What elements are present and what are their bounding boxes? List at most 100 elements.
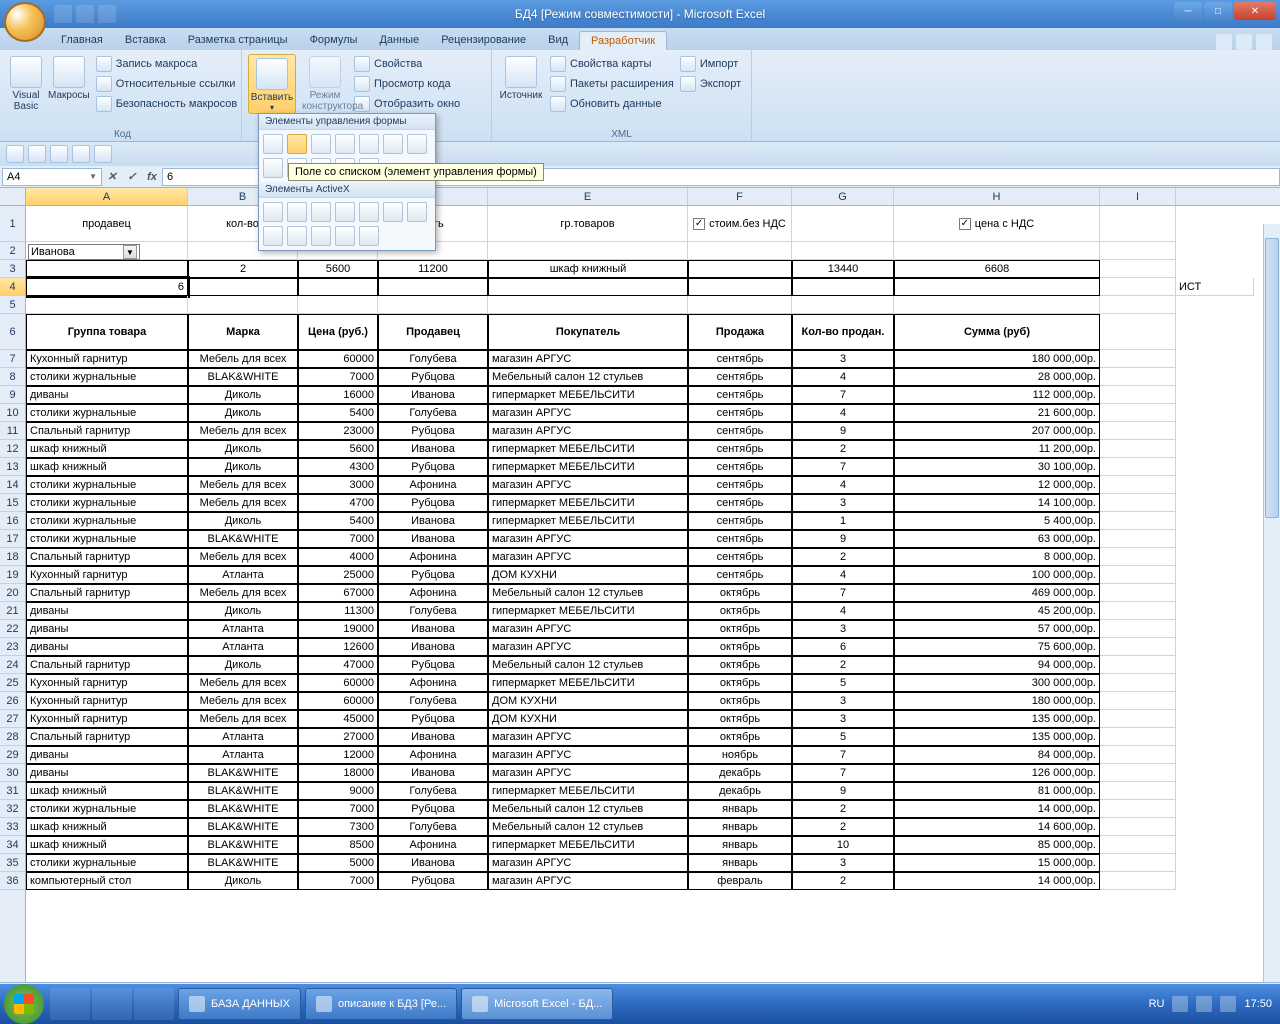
cell[interactable]: 6	[792, 638, 894, 656]
cell[interactable]: 21 600,00р.	[894, 404, 1100, 422]
cell[interactable]: 2	[188, 260, 298, 278]
refresh-data-button[interactable]: Обновить данные	[550, 94, 674, 114]
cell[interactable]: Иванова	[378, 440, 488, 458]
ax-optionbutton-icon[interactable]	[263, 226, 283, 246]
ax-combobox-icon[interactable]	[287, 202, 307, 222]
cell[interactable]: Спальный гарнитур	[26, 656, 188, 674]
cell[interactable]: 7000	[298, 368, 378, 386]
cell[interactable]	[1100, 800, 1176, 818]
cell[interactable]: 81 000,00р.	[894, 782, 1100, 800]
cell[interactable]	[792, 296, 894, 314]
cell[interactable]: Группа товара	[26, 314, 188, 350]
cell[interactable]: Сумма (руб)	[894, 314, 1100, 350]
ax-listbox-icon[interactable]	[335, 202, 355, 222]
groupbox-control-icon[interactable]	[407, 134, 427, 154]
cell[interactable]: 126 000,00р.	[894, 764, 1100, 782]
tray-icon[interactable]	[1196, 996, 1212, 1012]
listbox-control-icon[interactable]	[359, 134, 379, 154]
row-header[interactable]: 11	[0, 422, 25, 440]
cell[interactable]: 2	[792, 548, 894, 566]
cell[interactable]: ✓стоим.без НДС	[688, 206, 792, 242]
cell[interactable]	[1100, 728, 1176, 746]
cell[interactable]	[188, 278, 298, 296]
cell[interactable]: 7000	[298, 530, 378, 548]
qat-save-icon[interactable]	[54, 5, 72, 23]
row-header[interactable]: 4	[0, 278, 25, 296]
checkbox-control-icon[interactable]	[311, 134, 331, 154]
cell[interactable]: 9	[792, 530, 894, 548]
cell[interactable]: 30 100,00р.	[894, 458, 1100, 476]
macros-button[interactable]: Макросы	[48, 54, 90, 101]
cell[interactable]: столики журнальные	[26, 854, 188, 872]
start-button[interactable]	[4, 984, 44, 1024]
row-header[interactable]: 22	[0, 620, 25, 638]
cell[interactable]: 3	[792, 494, 894, 512]
cell[interactable]: Диколь	[188, 386, 298, 404]
cell[interactable]	[1100, 782, 1176, 800]
cell[interactable]: 135 000,00р.	[894, 728, 1100, 746]
button-control-icon[interactable]	[263, 134, 283, 154]
cell[interactable]: магазин АРГУС	[488, 350, 688, 368]
cell[interactable]: шкаф книжный	[26, 818, 188, 836]
cell[interactable]: Рубцова	[378, 566, 488, 584]
col-header[interactable]: E	[488, 188, 688, 205]
cell[interactable]: столики журнальные	[26, 530, 188, 548]
cell[interactable]	[894, 242, 1100, 260]
cell[interactable]: Марка	[188, 314, 298, 350]
cell[interactable]: 18000	[298, 764, 378, 782]
cell[interactable]	[1100, 656, 1176, 674]
cell[interactable]: Рубцова	[378, 368, 488, 386]
cell[interactable]: 7	[792, 458, 894, 476]
cell[interactable]: Мебельный салон 12 стульев	[488, 656, 688, 674]
cell[interactable]: 7	[792, 764, 894, 782]
row-header[interactable]: 18	[0, 548, 25, 566]
cell[interactable]: Диколь	[188, 404, 298, 422]
cell[interactable]: 1	[792, 512, 894, 530]
cell[interactable]: диваны	[26, 386, 188, 404]
cell[interactable]: 5400	[298, 512, 378, 530]
cell[interactable]: 5600	[298, 260, 378, 278]
taskbar-task[interactable]: БАЗА ДАННЫХ	[178, 988, 301, 1020]
cancel-icon[interactable]: ✕	[102, 168, 122, 186]
cell[interactable]: 207 000,00р.	[894, 422, 1100, 440]
cell[interactable]: Голубева	[378, 692, 488, 710]
cell[interactable]: декабрь	[688, 764, 792, 782]
cell[interactable]	[1100, 386, 1176, 404]
cell[interactable]: Кухонный гарнитур	[26, 710, 188, 728]
cell[interactable]	[1100, 854, 1176, 872]
cell[interactable]: 4	[792, 368, 894, 386]
cell[interactable]: BLAK&WHITE	[188, 854, 298, 872]
cell[interactable]: 3	[792, 854, 894, 872]
row-header[interactable]: 3	[0, 260, 25, 278]
cell[interactable]: Диколь	[188, 512, 298, 530]
ax-scrollbar-icon[interactable]	[383, 202, 403, 222]
cell[interactable]: 2	[792, 800, 894, 818]
cell[interactable]	[792, 242, 894, 260]
cell[interactable]: магазин АРГУС	[488, 872, 688, 890]
cell[interactable]: октябрь	[688, 656, 792, 674]
cell[interactable]	[1100, 764, 1176, 782]
cell[interactable]	[688, 242, 792, 260]
cell[interactable]: гипермаркет МЕБЕЛЬСИТИ	[488, 836, 688, 854]
cell[interactable]: 15 000,00р.	[894, 854, 1100, 872]
cell[interactable]: Афонина	[378, 674, 488, 692]
help-icon[interactable]	[1216, 34, 1232, 50]
cell[interactable]: 63 000,00р.	[894, 530, 1100, 548]
cell[interactable]	[1100, 692, 1176, 710]
cell[interactable]: 6	[26, 278, 188, 296]
cell[interactable]: Диколь	[188, 458, 298, 476]
cell[interactable]: 7	[792, 746, 894, 764]
cell[interactable]	[1100, 584, 1176, 602]
visual-basic-button[interactable]: Visual Basic	[10, 54, 42, 112]
cell[interactable]	[1100, 746, 1176, 764]
cell[interactable]: сентябрь	[688, 440, 792, 458]
cell[interactable]: гипермаркет МЕБЕЛЬСИТИ	[488, 512, 688, 530]
cell[interactable]: Рубцова	[378, 710, 488, 728]
cell[interactable]: шкаф книжный	[26, 440, 188, 458]
cell[interactable]: Мебельный салон 12 стульев	[488, 800, 688, 818]
cell[interactable]: 5	[792, 728, 894, 746]
row-header[interactable]: 2	[0, 242, 25, 260]
cell[interactable]: октябрь	[688, 692, 792, 710]
cell[interactable]: Диколь	[188, 872, 298, 890]
cell[interactable]: сентябрь	[688, 494, 792, 512]
